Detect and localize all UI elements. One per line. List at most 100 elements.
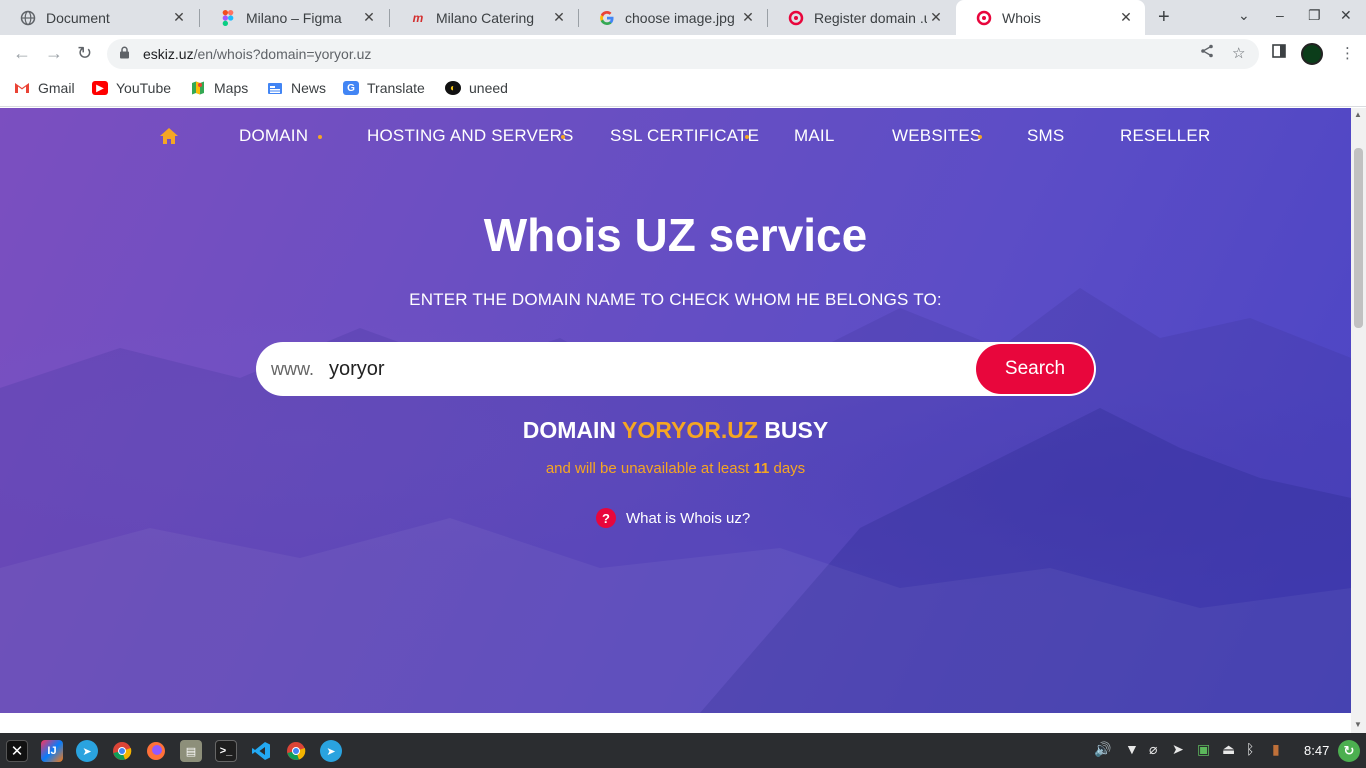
bookmark-youtube[interactable]: ▶ YouTube — [92, 80, 171, 96]
close-tab-icon[interactable]: ✕ — [360, 9, 378, 26]
tab-choose-image[interactable]: choose image.jpg ✕ — [579, 0, 767, 35]
eject-icon[interactable]: ⏏ — [1222, 741, 1235, 758]
bookmark-label: Gmail — [38, 80, 75, 96]
eskiz-icon — [976, 10, 992, 26]
close-tab-icon[interactable]: ✕ — [1117, 9, 1135, 26]
tab-title: Document — [46, 9, 110, 26]
nav-dot — [561, 135, 565, 139]
tab-register-domain[interactable]: Register domain .uz ✕ — [768, 0, 955, 35]
page-subtitle: ENTER THE DOMAIN NAME TO CHECK WHOM HE B… — [409, 290, 942, 309]
bluetooth-icon[interactable]: ᛒ — [1246, 741, 1254, 757]
www-prefix: www. — [271, 359, 315, 379]
close-window-button[interactable]: ✕ — [1340, 7, 1352, 24]
search-button[interactable]: Search — [976, 344, 1094, 394]
bookmark-label: uneed — [469, 80, 508, 96]
tab-document[interactable]: Document ✕ — [0, 0, 198, 35]
attachment-icon[interactable]: ⌀ — [1149, 741, 1157, 758]
back-button[interactable]: ← — [13, 43, 31, 64]
menu-icon[interactable]: ⋮ — [1340, 44, 1355, 62]
vscode-icon[interactable] — [250, 740, 272, 762]
eskiz-icon — [788, 10, 804, 26]
page-scrollbar[interactable]: ▲ ▼ — [1351, 108, 1366, 733]
nav-hosting[interactable]: HOSTING AND SERVERS — [367, 126, 574, 146]
bookmark-star-icon[interactable]: ☆ — [1232, 44, 1245, 62]
profile-avatar[interactable] — [1301, 43, 1323, 65]
forward-button[interactable]: → — [45, 43, 63, 64]
maps-icon — [190, 81, 206, 95]
nav-mail[interactable]: MAIL — [794, 126, 834, 146]
new-tab-button[interactable]: + — [1158, 6, 1170, 29]
tab-milano-catering[interactable]: m Milano Catering ✕ — [390, 0, 578, 35]
milano-icon: m — [412, 10, 424, 25]
tab-whois[interactable]: Whois ✕ — [956, 0, 1145, 35]
tab-title: Register domain .uz — [814, 9, 927, 26]
bookmark-label: YouTube — [116, 80, 172, 96]
firefox-icon[interactable] — [145, 740, 167, 762]
bookmark-label: Maps — [214, 80, 249, 96]
gmail-icon — [14, 81, 30, 95]
update-icon[interactable]: ↻ — [1338, 740, 1360, 762]
volume-icon[interactable]: 🔊 — [1094, 741, 1111, 758]
chrome-icon[interactable] — [111, 740, 133, 762]
bookmark-gmail[interactable]: Gmail — [14, 80, 75, 96]
tab-figma[interactable]: Milano – Figma ✕ — [200, 0, 388, 35]
nav-ssl[interactable]: SSL CERTIFICATE — [610, 126, 759, 146]
bookmark-label: Translate — [367, 80, 425, 96]
status-busy: BUSY — [764, 417, 829, 443]
page-viewport: DOMAIN HOSTING AND SERVERS SSL CERTIFICA… — [0, 108, 1351, 713]
tab-title: Milano Catering — [436, 9, 535, 26]
globe-icon — [20, 10, 36, 26]
reload-button[interactable]: ↻ — [77, 43, 92, 64]
bookmark-uneed[interactable]: ◐ uneed — [445, 80, 508, 96]
nav-websites[interactable]: WEBSITES — [892, 126, 981, 146]
domain-status: DOMAIN YORYOR.UZ BUSY — [0, 417, 1351, 444]
telegram-icon[interactable]: ➤ — [76, 740, 98, 762]
files-icon[interactable]: ▤ — [180, 740, 202, 762]
uneed-icon: ◐ — [445, 81, 461, 95]
scroll-up-arrow-icon[interactable]: ▲ — [1354, 110, 1362, 119]
translate-icon: G — [343, 81, 359, 95]
intellij-icon[interactable]: IJ — [41, 740, 63, 762]
package-icon[interactable]: ▣ — [1197, 741, 1210, 758]
page-title: Whois UZ service — [483, 209, 868, 261]
chrome-icon[interactable] — [285, 740, 307, 762]
whois-help-link[interactable]: ? What is Whois uz? — [596, 508, 750, 528]
nav-domain[interactable]: DOMAIN — [239, 126, 308, 146]
domain-search-input[interactable] — [326, 350, 946, 388]
bookmark-maps[interactable]: Maps — [190, 80, 248, 96]
close-tab-icon[interactable]: ✕ — [739, 9, 757, 26]
terminal-icon[interactable]: >_ — [215, 740, 237, 762]
close-tab-icon[interactable]: ✕ — [927, 9, 945, 26]
telegram-tray-icon[interactable]: ➤ — [1172, 741, 1184, 758]
wifi-icon[interactable]: ▼ — [1125, 741, 1139, 757]
status-domain: YORYOR.UZ — [622, 417, 758, 443]
maximize-button[interactable]: ❐ — [1308, 7, 1321, 24]
youtube-icon: ▶ — [92, 81, 108, 95]
side-panel-icon[interactable] — [1272, 44, 1286, 62]
share-icon[interactable] — [1200, 44, 1214, 62]
tab-title: Milano – Figma — [246, 9, 342, 26]
close-tab-icon[interactable]: ✕ — [550, 9, 568, 26]
availability-note: and will be unavailable at least 11 days — [0, 460, 1351, 477]
nav-reseller[interactable]: RESELLER — [1120, 126, 1210, 146]
address-bar[interactable]: eskiz.uz/en/whois?domain=yoryor.uz — [107, 39, 1259, 69]
x-icon[interactable]: ✕ — [6, 740, 28, 762]
nav-sms[interactable]: SMS — [1027, 126, 1064, 146]
clock: 8:47 — [1304, 743, 1330, 758]
scrollbar-thumb[interactable] — [1354, 148, 1363, 328]
bookmarks-bar: Gmail ▶ YouTube Maps News G Translate ◐ … — [0, 72, 1366, 107]
browser-toolbar: ← → ↻ eskiz.uz/en/whois?domain=yoryor.uz… — [0, 35, 1366, 72]
nav-dot — [745, 135, 749, 139]
bookmark-news[interactable]: News — [267, 80, 326, 96]
close-tab-icon[interactable]: ✕ — [170, 9, 188, 26]
minimize-button[interactable]: – — [1276, 7, 1284, 23]
home-icon[interactable] — [159, 127, 179, 145]
scroll-down-arrow-icon[interactable]: ▼ — [1354, 720, 1362, 729]
main-nav: DOMAIN HOSTING AND SERVERS SSL CERTIFICA… — [0, 108, 1351, 164]
tab-search-chevron-icon[interactable]: ⌄ — [1238, 7, 1250, 24]
telegram-icon[interactable]: ➤ — [320, 740, 342, 762]
bookmark-translate[interactable]: G Translate — [343, 80, 425, 96]
battery-icon[interactable]: ▮ — [1272, 741, 1280, 758]
mountain-background — [0, 288, 1351, 713]
news-icon — [267, 81, 283, 95]
